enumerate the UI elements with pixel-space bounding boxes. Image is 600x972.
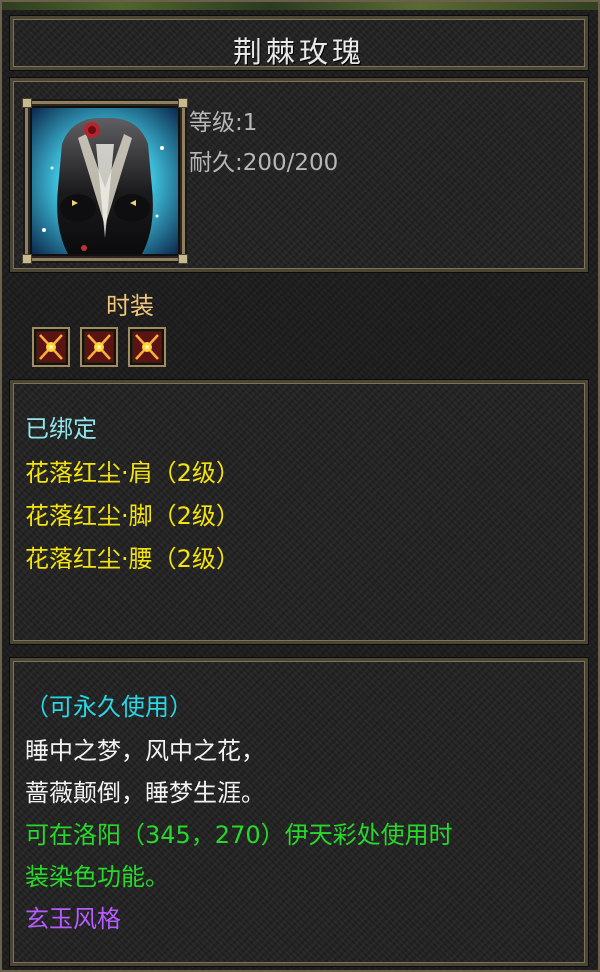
set-property: 花落红尘·肩（2级） xyxy=(25,459,240,487)
item-tooltip: 荆棘玫瑰 等级:1 耐久:200/200 时装 已绑定 花落红尘·肩（2级） 花… xyxy=(0,0,600,972)
set-property: 花落红尘·脚（2级） xyxy=(25,502,240,530)
frame-corner xyxy=(22,98,32,108)
frame-corner xyxy=(178,254,188,264)
top-border-strip xyxy=(2,2,598,10)
title-panel: 荆棘玫瑰 xyxy=(10,16,588,70)
frame-corner xyxy=(22,254,32,264)
dark-dress-with-rose-icon xyxy=(32,108,178,254)
gem-socket-1[interactable] xyxy=(32,327,70,367)
item-style: 玄玉风格 xyxy=(25,905,121,933)
bound-status: 已绑定 xyxy=(25,415,97,443)
info-panel: 等级:1 耐久:200/200 xyxy=(10,78,588,272)
item-level: 等级:1 xyxy=(189,110,258,136)
red-gem-socket-icon xyxy=(133,332,161,362)
red-gem-socket-icon xyxy=(85,332,113,362)
set-property: 花落红尘·腰（2级） xyxy=(25,545,240,573)
dye-instruction: 装染色功能。 xyxy=(25,863,169,891)
red-gem-socket-icon xyxy=(37,332,65,362)
flavor-text: 睡中之梦，风中之花， xyxy=(25,737,265,765)
frame-corner xyxy=(178,98,188,108)
description-panel: （可永久使用） 睡中之梦，风中之花， 蔷薇颠倒，睡梦生涯。 可在洛阳（345，2… xyxy=(10,658,588,966)
gem-socket-3[interactable] xyxy=(128,327,166,367)
gem-socket-2[interactable] xyxy=(80,327,118,367)
flavor-text: 蔷薇颠倒，睡梦生涯。 xyxy=(25,779,265,807)
dye-instruction: 可在洛阳（345，270）伊天彩处使用时 xyxy=(25,821,453,849)
item-icon-frame xyxy=(22,98,188,264)
item-durability: 耐久:200/200 xyxy=(189,150,339,176)
item-type: 时装 xyxy=(106,292,154,320)
properties-panel: 已绑定 花落红尘·肩（2级） 花落红尘·脚（2级） 花落红尘·腰（2级） xyxy=(10,380,588,644)
usage-duration: （可永久使用） xyxy=(25,693,193,721)
item-name: 荆棘玫瑰 xyxy=(232,35,365,69)
